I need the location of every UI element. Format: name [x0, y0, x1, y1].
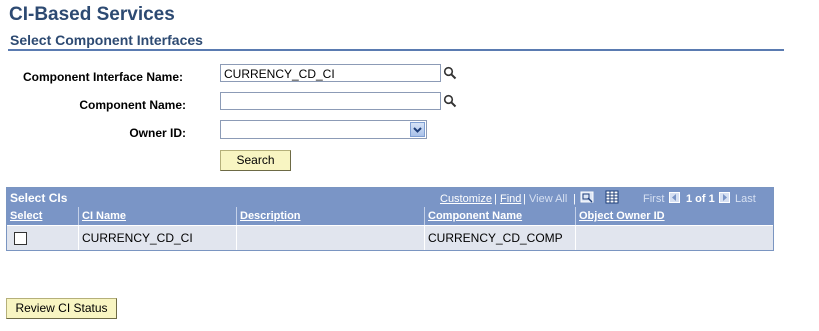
search-button[interactable]: Search	[220, 150, 291, 171]
last-label: Last	[735, 193, 756, 205]
owner-id-cell	[575, 226, 773, 250]
ci-name-input[interactable]: CURRENCY_CD_CI	[220, 64, 441, 82]
nav-separator: |	[523, 193, 526, 205]
magnifier-icon[interactable]	[443, 66, 457, 80]
page-title: CI-Based Services	[9, 4, 175, 25]
description-cell	[236, 226, 424, 250]
arrow-right-icon	[719, 192, 730, 203]
nav-separator: |	[573, 193, 576, 205]
first-label: First	[643, 193, 665, 205]
row-select-checkbox[interactable]	[14, 232, 27, 245]
customize-link[interactable]: Customize	[440, 193, 492, 205]
download-excel-icon[interactable]	[605, 190, 619, 204]
component-name-cell: CURRENCY_CD_COMP	[424, 226, 575, 250]
magnifier-icon[interactable]	[443, 94, 457, 108]
owner-id-select[interactable]	[220, 120, 427, 139]
col-header-ci-name[interactable]: CI Name	[78, 207, 236, 225]
col-header-select[interactable]: Select	[7, 207, 78, 225]
view-all-link[interactable]: View All	[529, 193, 567, 205]
review-ci-status-button[interactable]: Review CI Status	[6, 298, 117, 319]
section-title: Select Component Interfaces	[10, 32, 203, 48]
ci-name-cell: CURRENCY_CD_CI	[78, 226, 236, 250]
select-cis-grid: Select CIs Customize | Find | View All |…	[6, 187, 774, 251]
select-cell	[7, 226, 78, 250]
col-header-component-name[interactable]: Component Name	[424, 207, 575, 225]
col-header-owner-id[interactable]: Object Owner ID	[575, 207, 773, 225]
grid-header: Select CIs Customize | Find | View All |…	[7, 188, 773, 207]
component-name-input[interactable]	[220, 92, 441, 110]
ci-name-label: Component Interface Name:	[22, 70, 183, 84]
page-info: 1 of 1	[686, 193, 715, 205]
nav-separator: |	[494, 193, 497, 205]
zoom-grid-icon[interactable]	[580, 190, 595, 204]
chevron-down-icon[interactable]	[410, 122, 425, 137]
col-header-description[interactable]: Description	[236, 207, 424, 225]
owner-id-label: Owner ID:	[129, 126, 186, 140]
arrow-left-icon	[669, 192, 680, 203]
column-header-row: Select CI Name Description Component Nam…	[7, 207, 773, 225]
table-row: CURRENCY_CD_CI CURRENCY_CD_COMP	[7, 226, 773, 250]
component-name-label: Component Name:	[79, 98, 186, 112]
grid-title: Select CIs	[10, 191, 68, 205]
find-link[interactable]: Find	[500, 193, 521, 205]
section-divider	[8, 49, 784, 51]
